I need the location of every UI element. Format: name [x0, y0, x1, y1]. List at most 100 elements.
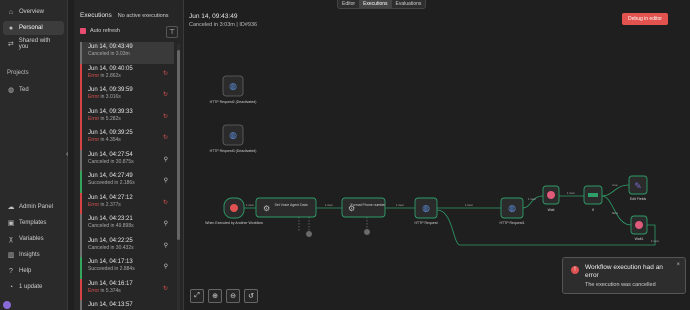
user-footer[interactable] [3, 300, 65, 310]
auto-refresh-toggle[interactable]: Auto refresh [80, 28, 120, 34]
fit-view-icon: ⤢ [194, 292, 200, 299]
auto-refresh-label: Auto refresh [90, 28, 120, 34]
nav-help[interactable]: ? Help [3, 264, 65, 278]
node-format-phone-number[interactable]: ⚙ [341, 197, 386, 218]
status-text: Error [88, 72, 100, 79]
fit-view-button[interactable]: ⤢ [190, 289, 204, 303]
execution-status: Canceled in 30.875s [88, 159, 170, 165]
close-icon[interactable]: × [676, 262, 680, 268]
duration-text: in 2.884s [113, 266, 135, 272]
execution-row[interactable]: Jun 14, 04:27:54 Canceled in 30.875s ⚲ [80, 149, 174, 171]
node-label: Set Voice Agent Data [274, 203, 307, 207]
node-set-voice-agent-data[interactable]: ⚙ [255, 197, 317, 218]
zoom-out-icon: ⊖ [230, 293, 236, 300]
node-label: Wait1 [635, 237, 644, 241]
node-http-request[interactable]: ◍ [414, 197, 438, 219]
execution-row[interactable]: Jun 14, 04:22:25 Canceled in 30.432s ⚲ [80, 235, 174, 257]
nav-label: 1 update [19, 284, 43, 290]
nav-label: Admin Panel [19, 204, 54, 210]
nav-updates[interactable]: ◔ 1 update [3, 280, 65, 294]
chart-icon: ▥ [7, 252, 15, 259]
sub-node [306, 231, 312, 237]
execution-row[interactable]: Jun 14, 04:27:49 Succeeded in 2.186s ⚲ [80, 171, 174, 193]
scrollbar-thumb[interactable] [177, 50, 180, 240]
execution-status: Error in 2.862s [88, 73, 170, 79]
node-if[interactable] [583, 185, 603, 205]
node-wait[interactable] [542, 185, 560, 205]
zoom-out-button[interactable]: ⊖ [226, 289, 240, 303]
duration-text: in 2.186s [113, 180, 135, 186]
globe-icon: ◍ [229, 82, 237, 92]
node-http-request1[interactable]: ◍ [500, 197, 524, 219]
executions-header: Executions No active executions [80, 12, 169, 19]
duration-text: in 30.432s [109, 244, 134, 251]
retry-icon[interactable]: ↻ [163, 199, 168, 206]
retry-icon[interactable]: ↻ [163, 285, 168, 292]
pencil-icon: ✎ [634, 182, 642, 192]
nav-label: Personal [19, 25, 43, 31]
node-label: If [592, 208, 594, 212]
collapse-sidebar-button[interactable]: ‹ [66, 150, 72, 160]
status-text: Error [88, 115, 100, 122]
sub-node [364, 229, 370, 235]
reset-zoom-button[interactable]: ↺ [244, 289, 258, 303]
duration-text: in 3.03m [109, 51, 130, 57]
nav-templates[interactable]: ▣ Templates [3, 216, 65, 230]
node-http-request3[interactable]: ◍ [222, 124, 244, 146]
globe-icon: ◍ [7, 87, 15, 94]
executions-subtitle: No active executions [117, 12, 169, 19]
executions-scrollbar[interactable] [177, 44, 180, 310]
execution-status: Error in 4.354s [88, 137, 170, 143]
execution-row[interactable]: Jun 14, 09:39:33 Error in 5.282s ↻ [80, 106, 174, 128]
execution-row[interactable]: Jun 14, 04:13:57 [80, 300, 174, 310]
nav-personal[interactable]: ● Personal [3, 21, 64, 35]
auto-refresh-checkbox[interactable] [80, 28, 86, 34]
execution-time: Jun 14, 09:43:49 [88, 44, 133, 50]
node-wait1[interactable] [630, 215, 648, 235]
nav-project-ted[interactable]: ◍ Ted [3, 83, 64, 97]
retry-icon[interactable]: ↻ [163, 91, 168, 98]
edge-label: false [612, 211, 619, 215]
node-label: HTTP Request1 [499, 221, 524, 225]
tab-evaluations[interactable]: Evaluations [392, 0, 426, 8]
node-label: HTTP Request3 (Deactivated) [210, 149, 257, 153]
execution-row[interactable]: Jun 14, 04:27:12 Error in 2.377s ↻ [80, 192, 174, 214]
node-label: Format Phone number [350, 203, 386, 207]
nav-insights[interactable]: ▥ Insights [3, 248, 65, 262]
execution-row[interactable]: Jun 14, 09:39:59 Error in 3.016s ↻ [80, 85, 174, 107]
tab-executions[interactable]: Executions [359, 0, 392, 8]
edge-label: 1 item [325, 203, 334, 207]
duration-text: in 2.377s [99, 201, 121, 208]
nav-admin-panel[interactable]: ☁ Admin Panel [3, 200, 65, 214]
execution-row[interactable]: Jun 14, 04:17:13 Succeeded in 2.884s ⚲ [80, 257, 174, 279]
zoom-in-button[interactable]: ⊕ [208, 289, 222, 303]
edge-wait1-loop [436, 209, 656, 246]
node-edit-fields[interactable]: ✎ [628, 175, 648, 195]
retry-icon[interactable]: ↻ [163, 70, 168, 77]
status-text: Canceled [88, 51, 110, 57]
execution-row[interactable]: Jun 14, 04:16:17 Error in 5.374s ↻ [80, 278, 174, 300]
execution-time: Jun 14, 04:27:12 [88, 194, 133, 201]
user-icon: ● [8, 24, 14, 32]
retry-icon[interactable]: ↻ [163, 134, 168, 141]
globe-icon: ◍ [229, 131, 237, 141]
zoom-in-icon: ⊕ [212, 293, 218, 300]
execution-row[interactable]: Jun 14, 04:23:21 Canceled in 49.898s ⚲ [80, 214, 174, 236]
execution-row[interactable]: Jun 14, 09:39:25 Error in 4.354s ↻ [80, 128, 174, 150]
toast-message: The execution was cancelled [585, 282, 656, 288]
execution-row[interactable]: Jun 14, 09:43:49 Canceled in 3.03m [80, 42, 174, 64]
execution-row[interactable]: Jun 14, 09:40:05 Error in 2.862s ↻ [80, 63, 174, 85]
edge-label: 1 item [396, 203, 405, 207]
nav-overview[interactable]: ⌂ Overview [3, 5, 64, 19]
edge-label: true [612, 183, 618, 187]
nav-label: Help [19, 268, 32, 274]
nav-variables[interactable]: χ Variables [3, 232, 65, 246]
gear-icon: ⚙ [263, 204, 270, 213]
node-http-request2[interactable]: ◍ [222, 75, 244, 97]
retry-icon[interactable]: ↻ [163, 113, 168, 120]
execution-time: Jun 14, 09:39:25 [88, 130, 133, 136]
tab-editor[interactable]: Editor [338, 0, 359, 8]
nav-shared[interactable]: ⇄ Shared with you [3, 37, 64, 51]
node-trigger[interactable] [223, 197, 245, 219]
filter-button[interactable]: ⊤ [166, 26, 178, 38]
